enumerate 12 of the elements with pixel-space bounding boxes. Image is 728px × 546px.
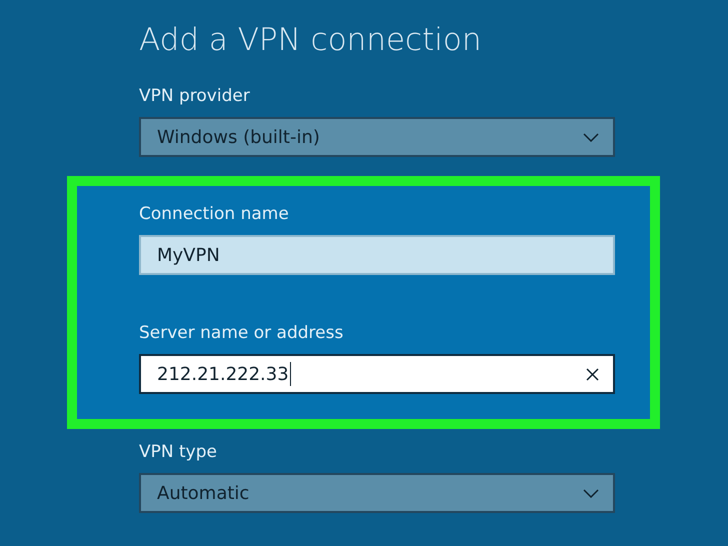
text-field[interactable]: MyVPN [139,235,615,275]
text-field[interactable]: 212.21.222.33 [139,354,615,394]
dropdown[interactable]: Windows (built-in) [139,117,615,157]
field-label: VPN provider [139,85,250,108]
field-label: Server name or address [139,322,344,345]
page-title: Add a VPN connection [139,21,482,60]
field-label: Connection name [139,203,289,226]
dropdown[interactable]: Automatic [139,473,615,513]
clear-icon[interactable] [586,368,599,380]
chevron-down-icon [583,132,599,142]
chevron-down-icon [583,488,599,498]
field-label: VPN type [139,441,217,464]
